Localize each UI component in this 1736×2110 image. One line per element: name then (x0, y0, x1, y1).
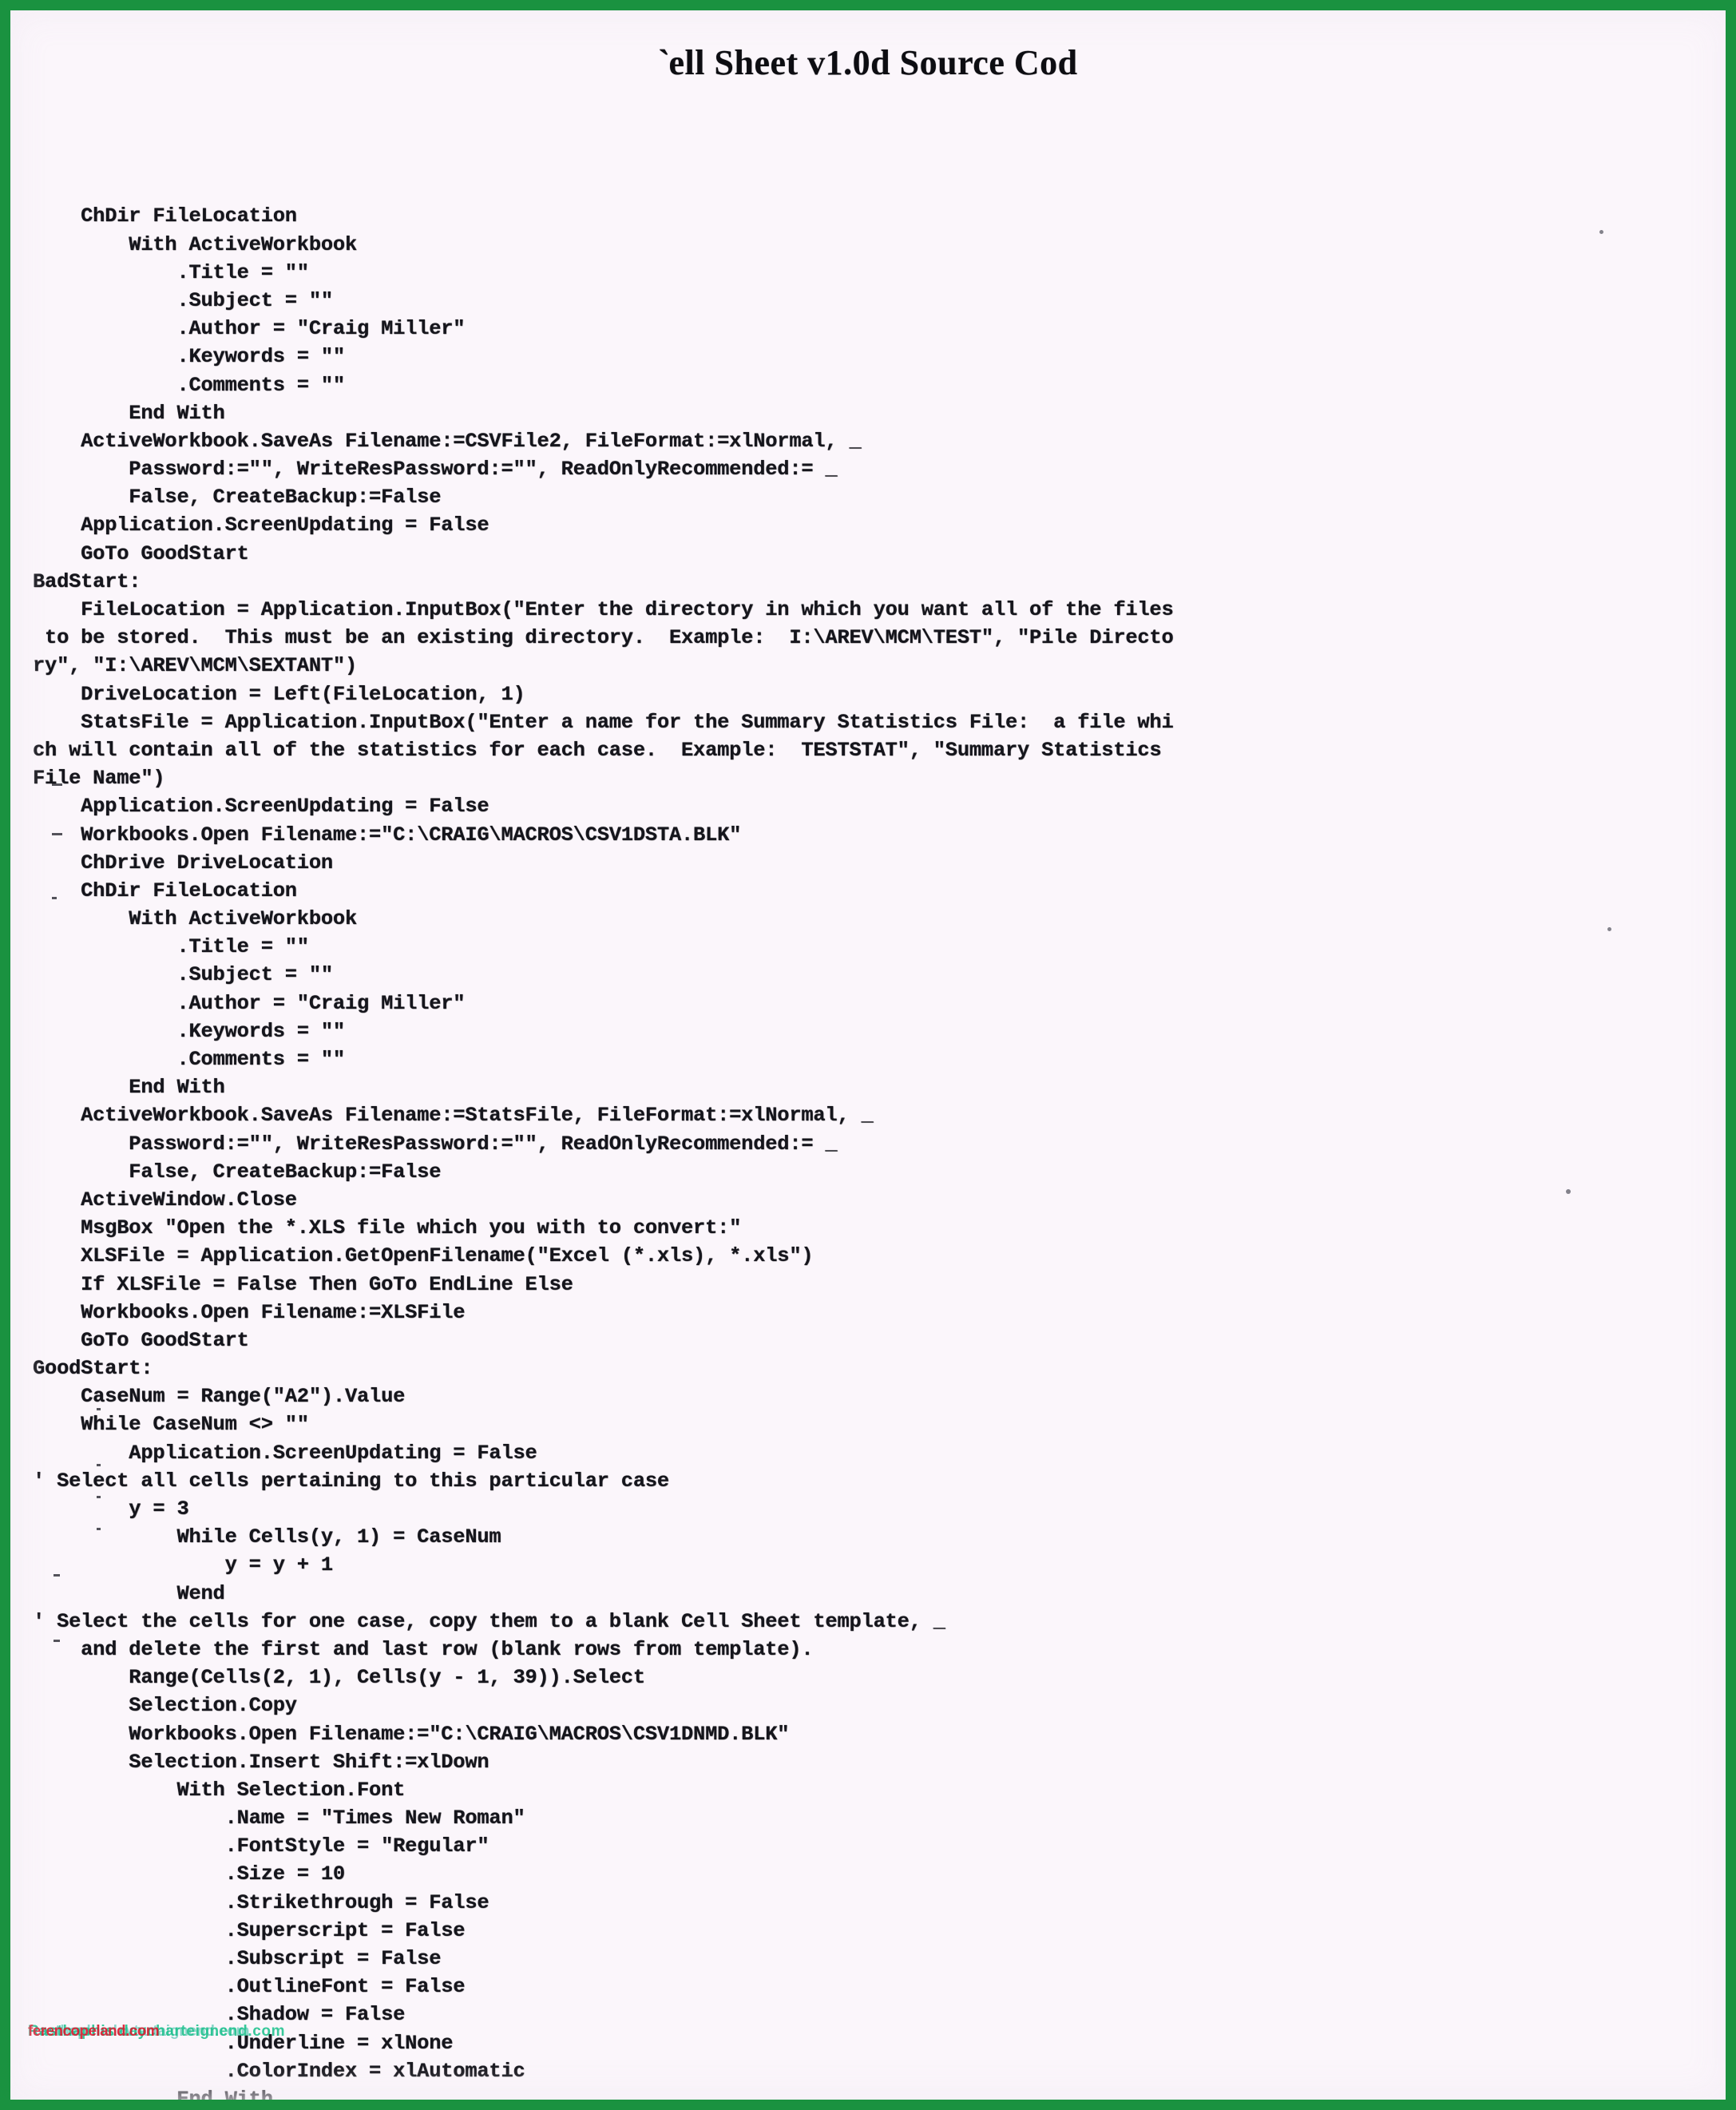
code-line: .Comments = "" (33, 1048, 345, 1072)
scan-border-frame: `ell Sheet v1.0d Source Cod ChDir FileLo… (0, 0, 1736, 2110)
code-line: GoTo GoodStart (33, 541, 249, 565)
code-line: .FontStyle = "Regular" (33, 1834, 489, 1858)
code-line: .Size = 10 (33, 1862, 346, 1886)
code-line: Application.ScreenUpdating = False (33, 1441, 537, 1465)
code-line: DriveLocation = Left(FileLocation, 1) (33, 682, 525, 706)
code-line: File Name") (33, 767, 165, 791)
code-line: ActiveWindow.Close (33, 1188, 297, 1212)
code-line: Application.ScreenUpdating = False (33, 514, 489, 537)
code-line: End With (33, 401, 225, 425)
code-line: y = y + 1 (33, 1553, 334, 1577)
code-line: If XLSFile = False Then GoTo EndLine Els… (33, 1272, 573, 1296)
code-line: to be stored. This must be an existing d… (33, 626, 1174, 650)
code-line: With ActiveWorkbook (33, 907, 357, 931)
code-line: .Subject = "" (33, 963, 333, 987)
code-line: Range(Cells(2, 1), Cells(y - 1, 39)).Sel… (33, 1666, 645, 1690)
code-line: .Subscript = False (33, 1947, 442, 1971)
code-line: .Name = "Times New Roman" (33, 1807, 525, 1830)
code-line: .Author = "Craig Miller" (33, 991, 466, 1015)
code-line: ChDir FileLocation (33, 879, 297, 902)
code-line: Workbooks.Open Filename:=XLSFile (33, 1300, 466, 1324)
code-line: While Cells(y, 1) = CaseNum (33, 1525, 501, 1549)
code-line: .Author = "Craig Miller" (33, 317, 466, 341)
code-line: .Subject = "" (33, 288, 333, 312)
code-line: Workbooks.Open Filename:="C:\CRAIG\MACRO… (33, 823, 742, 847)
watermark-red-text: ferencopeland.com (28, 2023, 160, 2040)
code-line: GoTo GoodStart (33, 1328, 249, 1352)
code-line: .Comments = "" (33, 373, 345, 397)
source-code-listing: ChDir FileLocation With ActiveWorkbook .… (33, 202, 1718, 2100)
code-line: Application.ScreenUpdating = False (33, 795, 489, 819)
code-line: Selection.Copy (33, 1694, 297, 1718)
code-line: ry", "I:\AREV\MCM\SEXTANT") (33, 654, 357, 678)
code-line: With ActiveWorkbook (33, 232, 357, 256)
code-line: .Strikethrough = False (33, 1890, 489, 1914)
code-line: ' Select all cells pertaining to this pa… (33, 1469, 669, 1493)
code-line: ch will contain all of the statistics fo… (33, 738, 1162, 762)
code-line: Password:="", WriteResPassword:="", Read… (33, 458, 838, 482)
code-line: Selection.Insert Shift:=xlDown (33, 1750, 489, 1774)
code-line: ActiveWorkbook.SaveAs Filename:=StatsFil… (33, 1104, 874, 1128)
code-line: .OutlineFont = False (33, 1975, 466, 1999)
code-line: FileLocation = Application.InputBox("Ent… (33, 598, 1174, 622)
code-line: .Keywords = "" (33, 1019, 345, 1043)
code-line: .Superscript = False (33, 1918, 466, 1942)
code-line: and delete the first and last row (blank… (33, 1637, 814, 1661)
page-title: `ell Sheet v1.0d Source Cod (10, 42, 1726, 83)
code-line: Wend (33, 1581, 225, 1605)
code-line: End With (33, 2087, 273, 2100)
code-line: XLSFile = Application.GetOpenFilename("E… (33, 1244, 814, 1268)
code-line: While CaseNum <> "" (33, 1413, 309, 1437)
code-line: ActiveWorkbook.SaveAs Filename:=CSVFile2… (33, 429, 862, 453)
code-line: .ColorIndex = xlAutomatic (33, 2059, 525, 2083)
code-line: With Selection.Font (33, 1778, 406, 1802)
code-line: .Title = "" (33, 260, 309, 284)
code-line: False, CreateBackup:=False (33, 1160, 442, 1184)
code-line: ' Select the cells for one case, copy th… (33, 1609, 945, 1633)
code-line: End With (33, 1076, 225, 1100)
watermark: Rasthaphisdavtartaignend.com Rasthaphis … (28, 2023, 291, 2044)
code-line: BadStart: (33, 569, 141, 593)
code-line: MsgBox "Open the *.XLS file which you wi… (33, 1216, 742, 1240)
code-line: Password:="", WriteResPassword:="", Read… (33, 1132, 838, 1156)
code-line: ChDir FileLocation (33, 204, 297, 228)
scanned-page: `ell Sheet v1.0d Source Cod ChDir FileLo… (10, 10, 1726, 2100)
code-line: GoodStart: (33, 1357, 153, 1381)
code-line: False, CreateBackup:=False (33, 486, 442, 510)
title-text: ell Sheet v1.0d Source Cod (668, 43, 1078, 82)
code-line: StatsFile = Application.InputBox("Enter … (33, 710, 1174, 734)
code-line: y = 3 (33, 1497, 189, 1521)
code-line: CaseNum = Range("A2").Value (33, 1385, 406, 1409)
code-line: .Title = "" (33, 935, 309, 959)
code-line: Workbooks.Open Filename:="C:\CRAIG\MACRO… (33, 1722, 790, 1746)
code-line: ChDrive DriveLocation (33, 851, 333, 875)
code-line: .Keywords = "" (33, 345, 345, 369)
